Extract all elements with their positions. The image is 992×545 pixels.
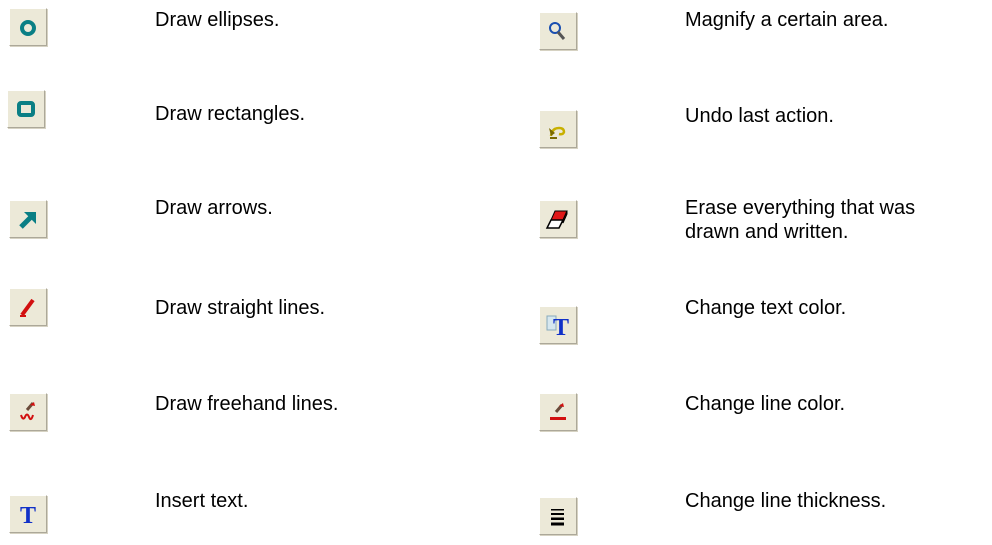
rectangle-tool-description: Draw rectangles. [155, 103, 306, 125]
line-thickness-tool-description: Change line thickness. [685, 490, 887, 512]
rectangle-tool-button[interactable] [7, 90, 45, 128]
freehand-line-tool-description: Draw freehand lines. [155, 393, 339, 415]
ellipse-tool-description: Draw ellipses. [155, 9, 280, 31]
line-color-tool-description: Change line color. [685, 393, 846, 415]
ellipse-tool-button[interactable] [9, 8, 47, 46]
freehand-line-tool-button[interactable] [9, 393, 47, 431]
text-tool-description: Insert text. [155, 490, 249, 512]
svg-text:T: T [553, 315, 569, 341]
undo-tool-description: Undo last action. [685, 105, 834, 127]
eraser-tool-description: Erase everything that was drawn and writ… [685, 197, 916, 243]
arrow-tool-description: Draw arrows. [155, 197, 273, 219]
magnify-tool-button[interactable] [539, 12, 577, 50]
text-tool-button[interactable]: T [9, 495, 47, 533]
arrow-tool-button[interactable] [9, 200, 47, 238]
eraser-tool-button[interactable] [539, 200, 577, 238]
straight-line-tool-button[interactable] [9, 288, 47, 326]
line-color-tool-button[interactable] [539, 393, 577, 431]
magnify-tool-description: Magnify a certain area. [685, 9, 889, 31]
line-thickness-tool-button[interactable] [539, 497, 577, 535]
svg-text:T: T [20, 503, 36, 529]
undo-tool-button[interactable] [539, 110, 577, 148]
text-color-tool-description: Change text color. [685, 297, 847, 319]
text-color-tool-button[interactable]: T [539, 306, 577, 344]
straight-line-tool-description: Draw straight lines. [155, 297, 326, 319]
